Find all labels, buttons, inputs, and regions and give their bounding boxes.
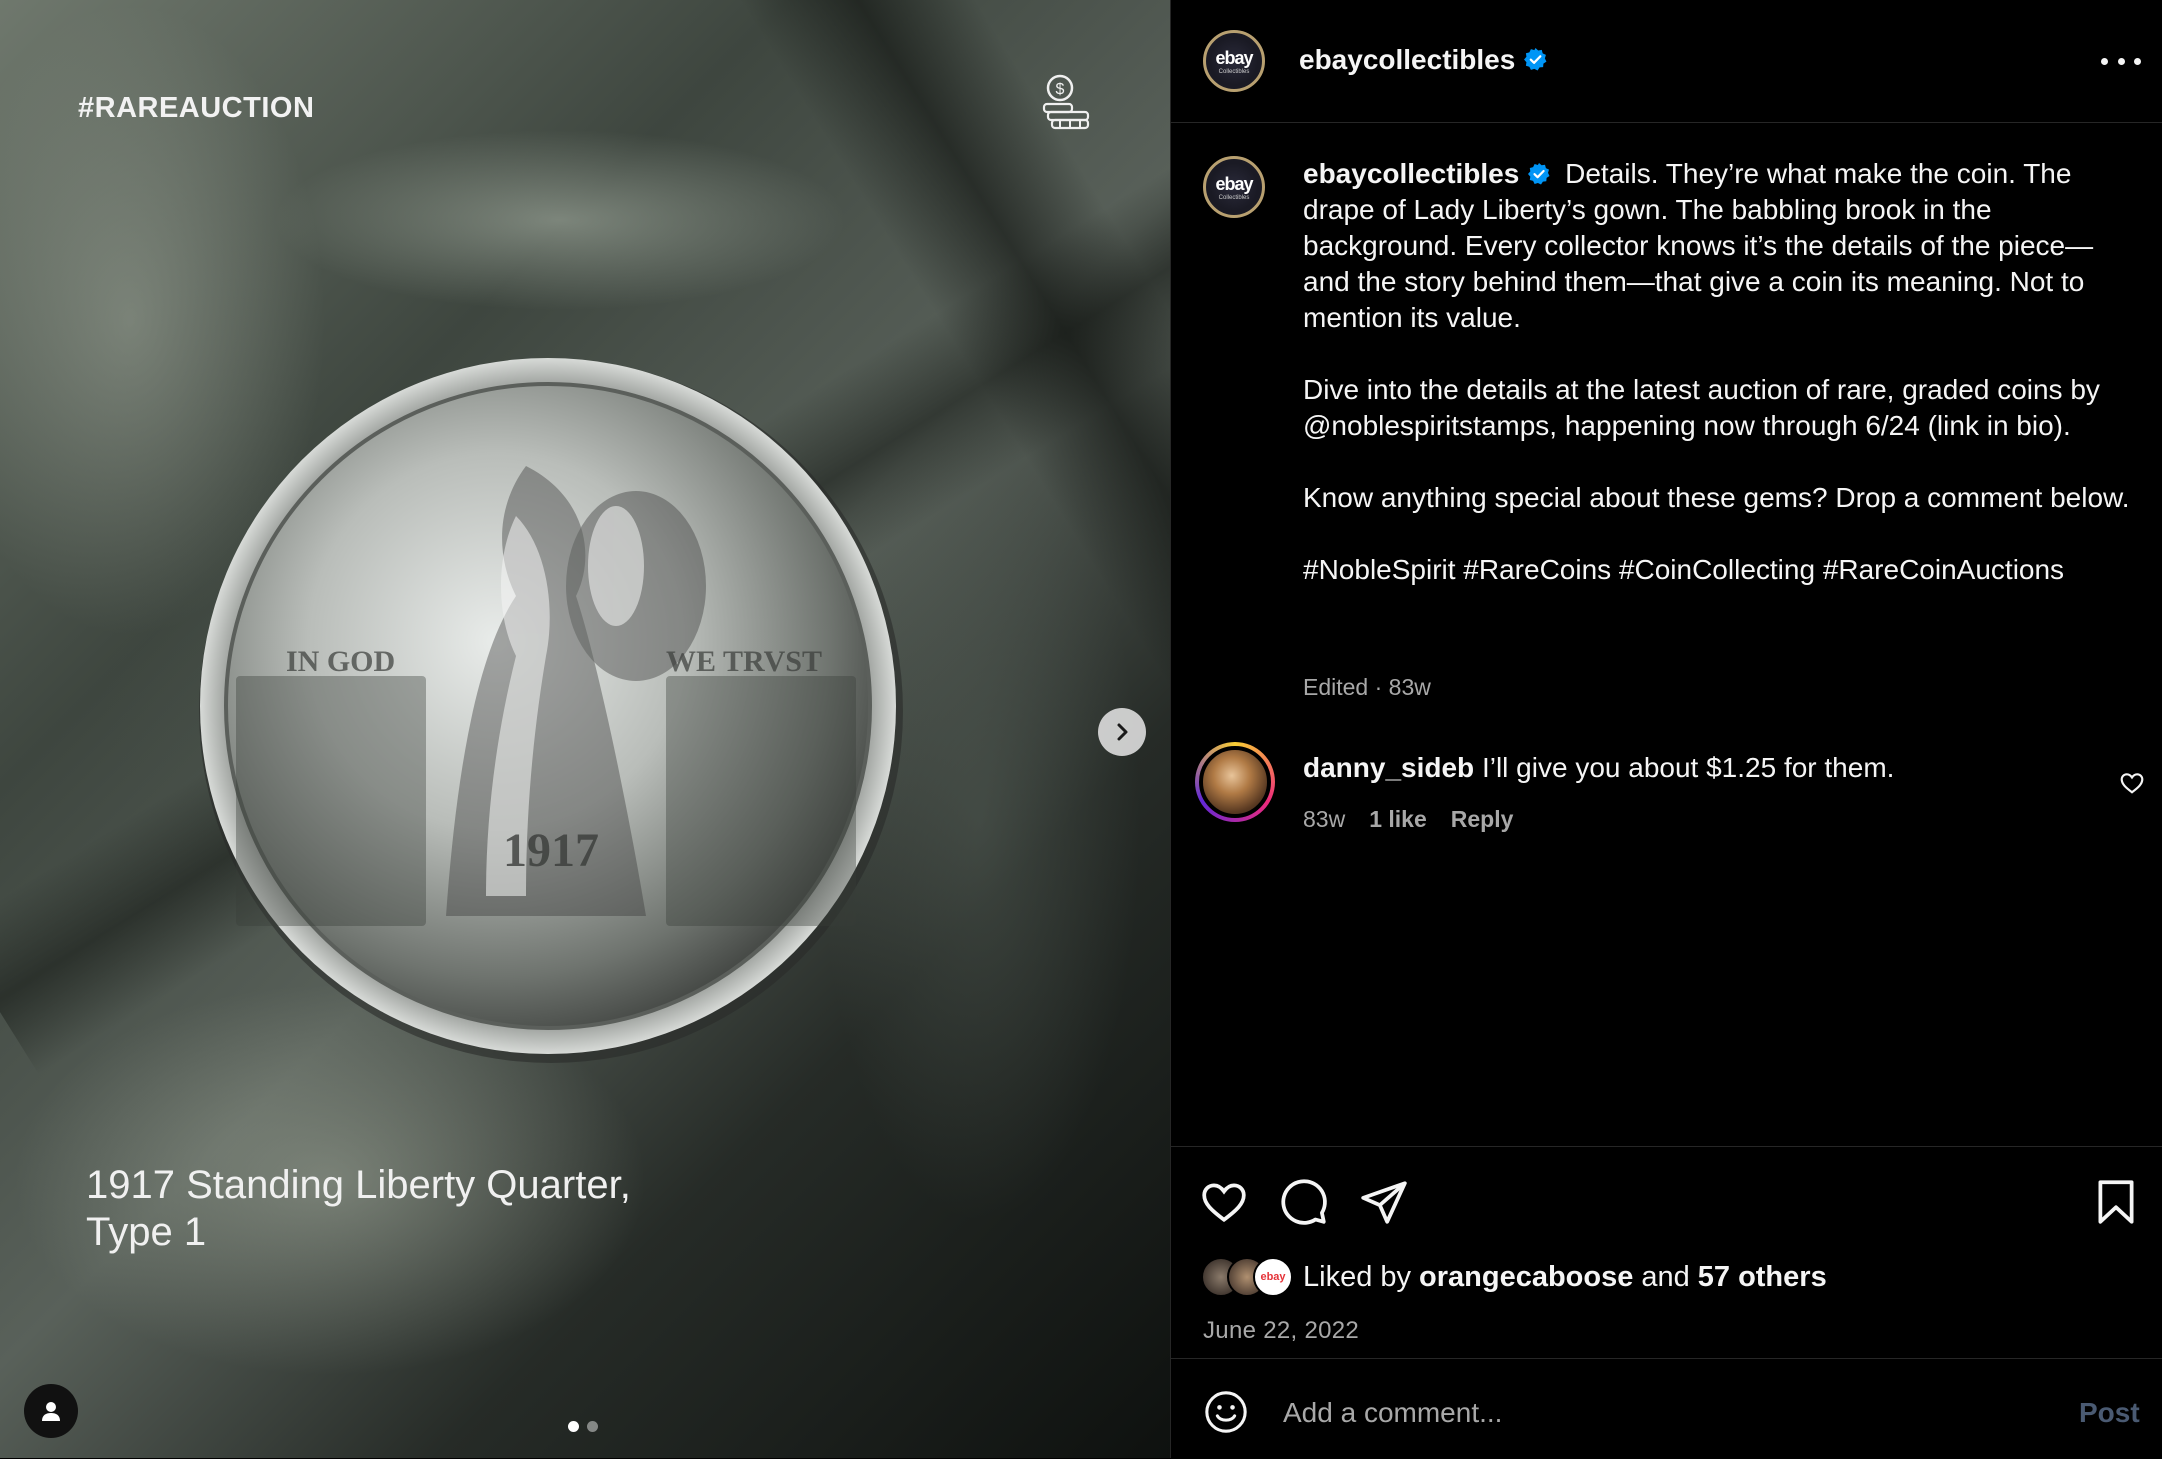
comment-input-bar: Add a comment... Post bbox=[1171, 1358, 2162, 1459]
comment-username[interactable]: danny_sideb bbox=[1303, 752, 1474, 783]
likes-and: and bbox=[1641, 1260, 1690, 1293]
carousel-next-button[interactable] bbox=[1098, 708, 1146, 756]
caption-paragraph: Dive into the details at the latest auct… bbox=[1303, 374, 2100, 441]
post-date: June 22, 2022 bbox=[1203, 1317, 1360, 1344]
avatar-logo: ebay bbox=[1215, 48, 1253, 68]
liker-avatar: ebay bbox=[1253, 1257, 1293, 1297]
carousel-dot-active bbox=[568, 1421, 579, 1432]
likes-summary[interactable]: ebay Liked by orangecaboose and 57 other… bbox=[1201, 1255, 1835, 1299]
add-comment-input[interactable]: Add a comment... bbox=[1283, 1397, 1502, 1429]
caption-paragraph: ebaycollectibles Details. They’re what m… bbox=[1303, 156, 2133, 336]
comment-bubble-icon[interactable] bbox=[1279, 1177, 1329, 1227]
caption-username[interactable]: ebaycollectibles bbox=[1303, 158, 1519, 189]
post-header: ebay Collectibles ebaycollectibles bbox=[1171, 0, 2162, 123]
svg-text:1917: 1917 bbox=[503, 824, 599, 877]
comment-text: I’ll give you about $1.25 for them. bbox=[1481, 752, 1895, 783]
more-dot-icon bbox=[2117, 57, 2125, 65]
avatar-logo: ebay bbox=[1215, 174, 1253, 194]
post-comment-button[interactable]: Post bbox=[2079, 1397, 2140, 1429]
svg-text:$: $ bbox=[1056, 81, 1065, 98]
chevron-right-icon bbox=[1117, 723, 1128, 741]
post-detail-panel: ebay Collectibles ebaycollectibles ebay … bbox=[1170, 0, 2162, 1458]
comment-reply-button[interactable]: Reply bbox=[1451, 806, 1514, 833]
commenter-photo bbox=[1199, 746, 1271, 818]
verified-badge-icon bbox=[1528, 162, 1550, 185]
author-avatar[interactable]: ebay Collectibles bbox=[1203, 30, 1265, 92]
post-media[interactable]: #RAREAUCTION $ 1917 IN GOD WE TRVST 1917… bbox=[0, 0, 1170, 1458]
caption-paragraph: Know anything special about these gems? … bbox=[1303, 482, 2130, 513]
caption-hashtags[interactable]: #NobleSpirit #RareCoins #CoinCollecting … bbox=[1303, 552, 2133, 588]
bookmark-save-icon[interactable] bbox=[2091, 1177, 2141, 1227]
svg-text:WE TRVST: WE TRVST bbox=[666, 645, 822, 678]
caption-meta: Edited · 83w bbox=[1303, 674, 1431, 700]
carousel-indicator bbox=[568, 1421, 598, 1432]
user-tag-icon bbox=[42, 1402, 60, 1421]
caption-avatar[interactable]: ebay Collectibles bbox=[1203, 156, 1265, 218]
avatar-subtext: Collectibles bbox=[1218, 195, 1250, 201]
comment-meta: 83w 1 like Reply bbox=[1303, 806, 1513, 833]
likes-others-link[interactable]: 57 others bbox=[1698, 1261, 1827, 1294]
more-dot-icon bbox=[2134, 57, 2141, 65]
more-options-button[interactable] bbox=[2101, 46, 2141, 76]
likes-prefix: Liked by bbox=[1303, 1260, 1412, 1293]
author-username[interactable]: ebaycollectibles bbox=[1299, 44, 1548, 76]
author-username-text[interactable]: ebaycollectibles bbox=[1299, 44, 1515, 75]
verified-badge-icon bbox=[1524, 48, 1547, 71]
comment-age: 83w bbox=[1303, 806, 1346, 832]
post-caption: ebaycollectibles Details. They’re what m… bbox=[1303, 156, 2133, 588]
tagged-users-button[interactable] bbox=[24, 1384, 78, 1438]
like-heart-icon[interactable] bbox=[1199, 1177, 1249, 1227]
comment-like-heart-icon[interactable] bbox=[2119, 770, 2145, 796]
comment-likes-link[interactable]: 1 like bbox=[1369, 806, 1427, 833]
coin-image: 1917 IN GOD WE TRVST bbox=[199, 358, 903, 1063]
svg-text:IN GOD: IN GOD bbox=[286, 645, 395, 678]
commenter-avatar[interactable] bbox=[1195, 742, 1275, 822]
carousel-dot bbox=[587, 1421, 598, 1432]
media-caption-overlay: 1917 Standing Liberty Quarter, Type 1 bbox=[86, 1163, 631, 1254]
share-send-icon[interactable] bbox=[1359, 1177, 1409, 1227]
emoji-smiley-icon[interactable] bbox=[1203, 1389, 1249, 1435]
more-dot-icon bbox=[2101, 57, 2108, 65]
media-hashtag-overlay: #RAREAUCTION bbox=[78, 92, 315, 124]
coins-icon: $ bbox=[1042, 74, 1090, 130]
comment: danny_sideb I’ll give you about $1.25 fo… bbox=[1303, 752, 1894, 784]
likes-user-link[interactable]: orangecaboose bbox=[1419, 1261, 1633, 1294]
avatar-subtext: Collectibles bbox=[1218, 69, 1250, 75]
